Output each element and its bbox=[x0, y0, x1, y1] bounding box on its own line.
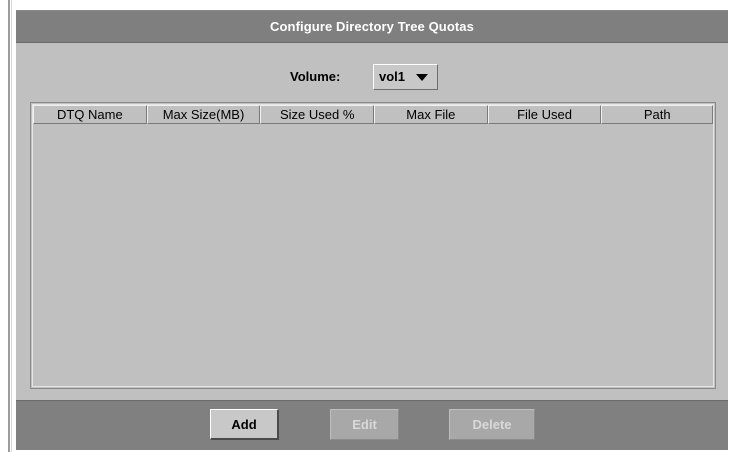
table-header: DTQ Name Max Size(MB) Size Used % Max Fi… bbox=[33, 105, 714, 124]
add-button[interactable]: Add bbox=[210, 409, 279, 440]
table-body[interactable] bbox=[33, 124, 713, 386]
volume-row: Volume: vol1 bbox=[16, 62, 728, 92]
dialog-titlebar: Configure Directory Tree Quotas bbox=[16, 11, 728, 43]
column-header-dtq-name[interactable]: DTQ Name bbox=[33, 105, 147, 124]
delete-button: Delete bbox=[449, 409, 535, 440]
volume-select[interactable]: vol1 bbox=[373, 64, 438, 90]
column-header-file-used[interactable]: File Used bbox=[487, 105, 602, 124]
column-header-path[interactable]: Path bbox=[601, 105, 714, 124]
window: Configure Directory Tree Quotas Volume: … bbox=[0, 0, 729, 452]
column-header-size-used[interactable]: Size Used % bbox=[260, 105, 375, 124]
column-header-max-file[interactable]: Max File bbox=[374, 105, 488, 124]
dialog-title: Configure Directory Tree Quotas bbox=[270, 19, 474, 34]
dialog-footer: Add Edit Delete bbox=[16, 400, 728, 450]
column-header-max-size[interactable]: Max Size(MB) bbox=[146, 105, 261, 124]
dtq-table-inner: DTQ Name Max Size(MB) Size Used % Max Fi… bbox=[32, 104, 714, 387]
window-left-edge-highlight bbox=[11, 0, 12, 452]
window-left-edge bbox=[8, 0, 10, 452]
edit-button: Edit bbox=[330, 409, 399, 440]
volume-selected-value: vol1 bbox=[379, 69, 406, 84]
caret-down-icon bbox=[416, 74, 428, 81]
volume-label: Volume: bbox=[290, 69, 341, 84]
configure-dtq-panel: Configure Directory Tree Quotas Volume: … bbox=[16, 10, 728, 450]
dtq-table: DTQ Name Max Size(MB) Size Used % Max Fi… bbox=[30, 102, 716, 389]
